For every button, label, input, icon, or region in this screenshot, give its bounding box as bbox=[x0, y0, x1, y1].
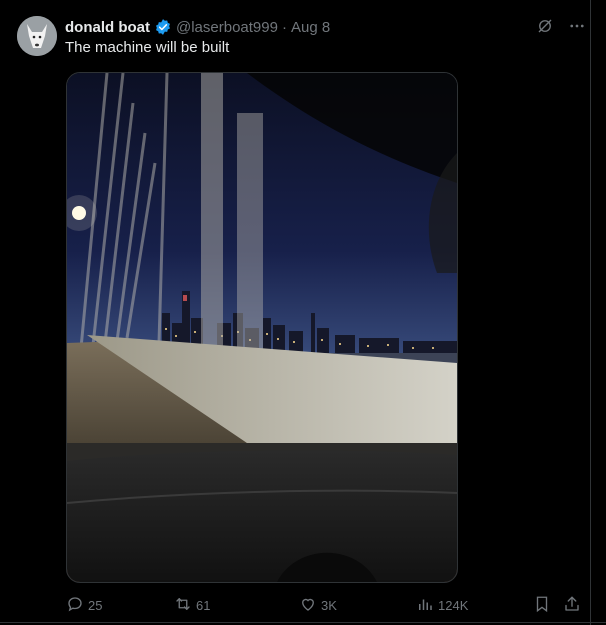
bookmark-button[interactable] bbox=[533, 595, 555, 616]
reply-button[interactable]: 25 bbox=[66, 595, 102, 616]
like-icon bbox=[299, 595, 321, 616]
right-border bbox=[590, 0, 591, 625]
repost-count: 61 bbox=[196, 597, 211, 613]
tweet-actions: 25 61 3K 124K bbox=[66, 594, 586, 616]
bookmark-icon bbox=[533, 595, 555, 616]
tweet-header: donald boat @laserboat999 · Aug 8 bbox=[65, 17, 586, 37]
repost-icon bbox=[174, 595, 196, 616]
tweet-text: The machine will be built bbox=[65, 39, 230, 56]
tweet-date[interactable]: Aug 8 bbox=[291, 19, 330, 36]
share-icon bbox=[563, 595, 585, 616]
separator-dot: · bbox=[281, 18, 287, 36]
reply-icon bbox=[66, 595, 88, 616]
more-icon[interactable] bbox=[568, 17, 586, 40]
like-count: 3K bbox=[321, 597, 337, 613]
bottom-border bbox=[0, 622, 606, 623]
views-count: 124K bbox=[438, 597, 469, 613]
tweet-photo[interactable] bbox=[66, 72, 458, 583]
grok-icon[interactable] bbox=[536, 17, 554, 40]
views-icon bbox=[416, 595, 438, 616]
like-button[interactable]: 3K bbox=[299, 595, 337, 616]
views-button[interactable]: 124K bbox=[416, 595, 468, 616]
tweet-top-icons bbox=[536, 17, 586, 40]
verified-badge-icon bbox=[154, 18, 172, 36]
share-button[interactable] bbox=[563, 595, 585, 616]
reply-count: 25 bbox=[88, 597, 103, 613]
repost-button[interactable]: 61 bbox=[174, 595, 210, 616]
author-handle[interactable]: @laserboat999 bbox=[176, 19, 278, 36]
author-name[interactable]: donald boat bbox=[65, 19, 150, 36]
avatar[interactable] bbox=[17, 16, 57, 56]
